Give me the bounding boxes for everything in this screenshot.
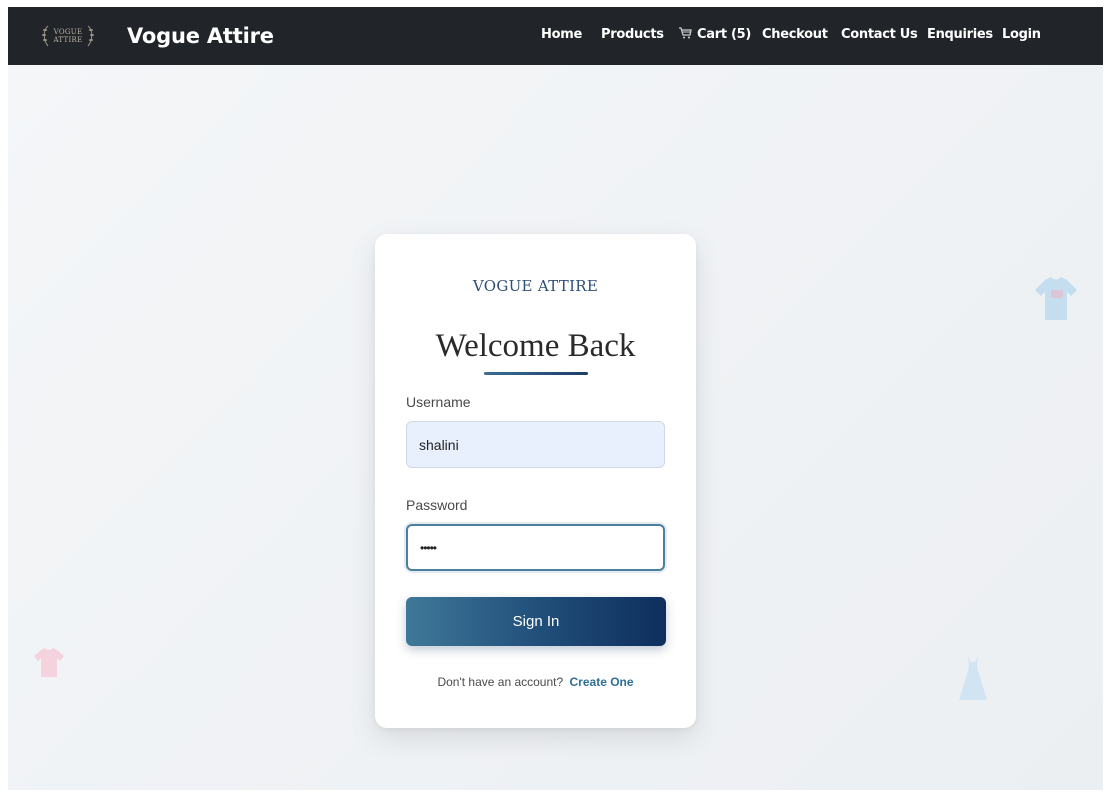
nav-enquiries[interactable]: Enquiries	[927, 27, 993, 42]
password-input[interactable]: •••••	[406, 524, 665, 571]
shirt-icon	[1035, 277, 1077, 320]
nav-checkout[interactable]: Checkout	[762, 27, 828, 42]
login-card: VOGUE ATTIRE Welcome Back Username shali…	[375, 234, 696, 728]
create-account-link[interactable]: Create One	[570, 675, 634, 689]
sign-in-button[interactable]: Sign In	[406, 597, 666, 646]
username-value: shalini	[419, 436, 459, 453]
signup-prompt: Don't have an account?	[437, 675, 564, 689]
page-frame: VOGUE ATTIRE Vogue Attire Home Products	[8, 7, 1103, 790]
nav-cart[interactable]: Cart (5)	[678, 27, 751, 42]
nav-products[interactable]: Products	[601, 27, 664, 42]
nav-contact-us[interactable]: Contact Us	[841, 27, 918, 42]
nav-list: Home Products Cart (5) Checkout Contact …	[8, 7, 1103, 65]
navbar: VOGUE ATTIRE Vogue Attire Home Products	[8, 7, 1103, 65]
password-value: •••••	[420, 540, 437, 555]
card-title: Welcome Back	[435, 328, 636, 364]
nav-cart-label: Cart (5)	[697, 27, 751, 42]
username-input[interactable]: shalini	[406, 421, 665, 468]
dress-icon	[959, 656, 987, 700]
username-label: Username	[406, 394, 471, 410]
card-brand: VOGUE ATTIRE	[472, 277, 599, 295]
tshirt-icon	[34, 648, 64, 677]
nav-home[interactable]: Home	[541, 27, 582, 42]
title-underline	[484, 372, 588, 375]
nav-login[interactable]: Login	[1002, 27, 1041, 42]
password-label: Password	[406, 497, 468, 513]
signup-row: Don't have an account? Create One	[375, 675, 696, 689]
cart-icon	[679, 27, 692, 39]
